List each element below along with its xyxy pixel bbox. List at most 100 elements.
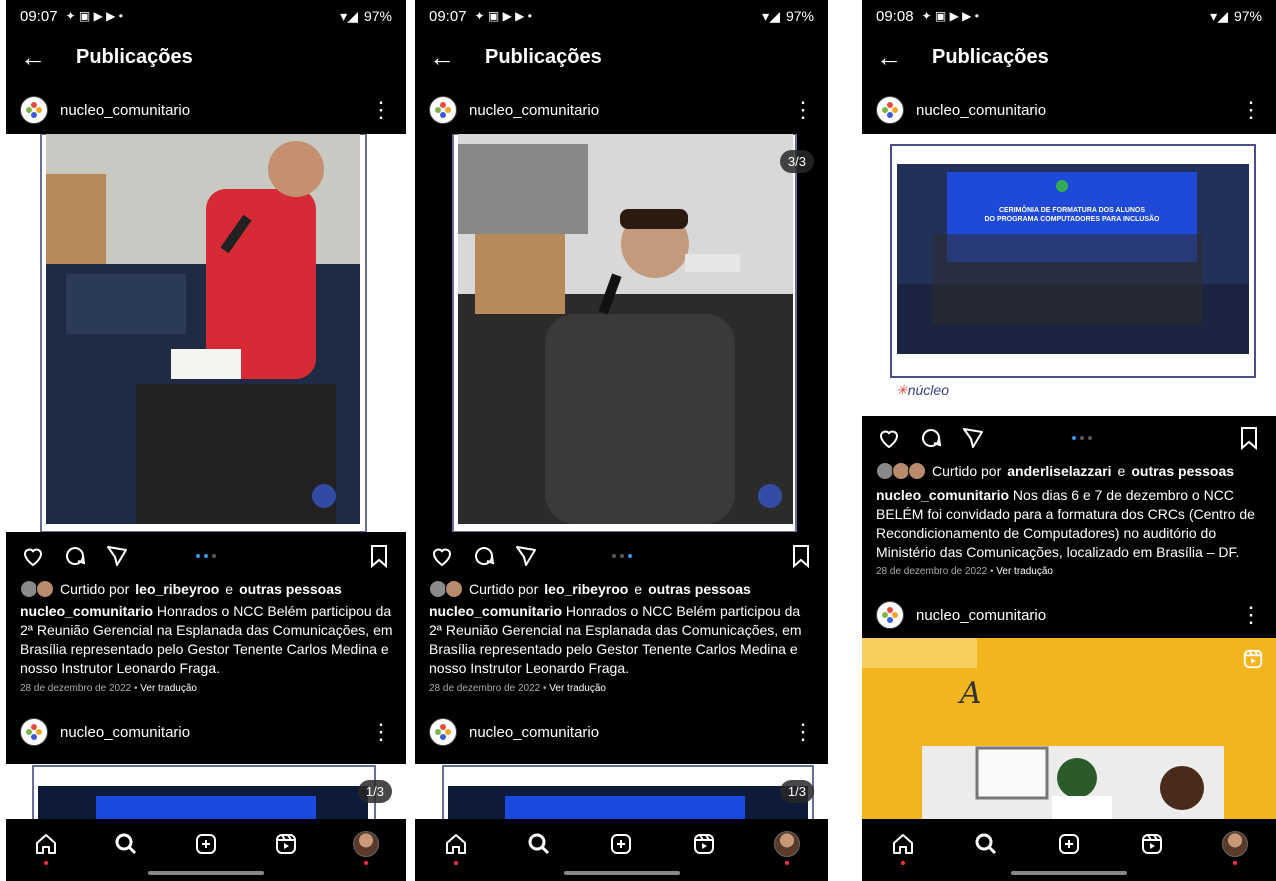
- carousel-counter: 1/3: [779, 780, 814, 803]
- avatar[interactable]: [876, 96, 904, 124]
- reels-badge-icon: [1242, 648, 1264, 675]
- translate-link[interactable]: Ver tradução: [140, 683, 197, 694]
- signal-icon: ▾◢: [1210, 7, 1228, 24]
- status-time: 09:08: [876, 7, 914, 25]
- post-header: nucleo_comunitario ⋮: [6, 90, 406, 130]
- home-icon[interactable]: [31, 829, 61, 865]
- translate-link[interactable]: Ver tradução: [549, 683, 606, 694]
- post-caption: nucleo_comunitario Honrados o NCC Belém …: [429, 602, 816, 678]
- send-icon[interactable]: [104, 543, 130, 569]
- more-vertical-icon[interactable]: ⋮: [792, 99, 814, 121]
- post-image[interactable]: [6, 134, 406, 532]
- status-time: 09:07: [429, 7, 467, 25]
- add-icon[interactable]: [1054, 829, 1084, 859]
- liker-avatar: [908, 462, 926, 480]
- liked-others[interactable]: outras pessoas: [1131, 463, 1234, 479]
- add-icon[interactable]: [191, 829, 221, 859]
- more-vertical-icon[interactable]: ⋮: [370, 99, 392, 121]
- post-image[interactable]: 1/3: [415, 764, 828, 824]
- page-title: Publicações: [485, 45, 602, 68]
- profile-icon[interactable]: [351, 829, 381, 865]
- translate-link[interactable]: Ver tradução: [996, 566, 1053, 577]
- top-bar: ← Publicações: [415, 38, 828, 76]
- more-vertical-icon[interactable]: ⋮: [1240, 604, 1262, 626]
- more-vertical-icon[interactable]: ⋮: [1240, 99, 1262, 121]
- caption-username[interactable]: nucleo_comunitario: [20, 603, 153, 619]
- banner-text: CERIMÔNIA DE FORMATURA DOS ALUNOS DO PRO…: [947, 206, 1197, 224]
- carousel-dots: [196, 554, 216, 558]
- post-image[interactable]: 1/3: [6, 764, 406, 824]
- liked-others[interactable]: outras pessoas: [239, 581, 342, 597]
- search-icon[interactable]: [971, 829, 1001, 859]
- liked-user[interactable]: leo_ribeyroo: [135, 581, 219, 597]
- gesture-bar: [563, 871, 680, 875]
- post-username[interactable]: nucleo_comunitario: [60, 724, 190, 741]
- phone-screen-1: 09:07 ✦ ▣ ▶ ▶ • ▾◢ 97% ← Publicações nucle…: [6, 0, 406, 881]
- signal-icon: ▾◢: [762, 7, 780, 24]
- more-vertical-icon[interactable]: ⋮: [792, 721, 814, 743]
- profile-icon[interactable]: [772, 829, 802, 865]
- carousel-dots: [1072, 436, 1092, 440]
- search-icon[interactable]: [111, 829, 141, 859]
- notification-icons: ✦ ▣ ▶ ▶ •: [921, 9, 979, 23]
- send-icon[interactable]: [960, 425, 986, 451]
- comment-icon[interactable]: [62, 543, 88, 569]
- carousel-counter: 3/3: [779, 150, 814, 173]
- liked-suffix: e: [634, 581, 643, 597]
- liked-user[interactable]: anderliselazzari: [1007, 463, 1111, 479]
- reels-icon[interactable]: [1137, 829, 1167, 859]
- home-icon[interactable]: [888, 829, 918, 865]
- status-bar: 09:08 ✦ ▣ ▶ ▶ • ▾◢ 97%: [862, 0, 1276, 32]
- battery-level: 97%: [1233, 8, 1262, 24]
- logo-text: núcleo: [907, 382, 949, 398]
- post-username[interactable]: nucleo_comunitario: [469, 102, 599, 119]
- comment-icon[interactable]: [471, 543, 497, 569]
- post-username[interactable]: nucleo_comunitario: [916, 607, 1046, 624]
- carousel-dots: [611, 554, 632, 558]
- send-icon[interactable]: [513, 543, 539, 569]
- more-vertical-icon[interactable]: ⋮: [370, 721, 392, 743]
- avatar[interactable]: [20, 718, 48, 746]
- arrow-left-icon[interactable]: ←: [429, 42, 475, 73]
- nucleo-logo: ✳núcleo: [896, 382, 949, 399]
- heart-icon[interactable]: [20, 543, 46, 569]
- post-image[interactable]: A: [862, 638, 1276, 820]
- liked-prefix: Curtido por: [60, 581, 130, 597]
- add-icon[interactable]: [606, 829, 636, 859]
- avatar[interactable]: [876, 601, 904, 629]
- arrow-left-icon[interactable]: ←: [876, 42, 922, 73]
- profile-icon[interactable]: [1220, 829, 1250, 865]
- caption-username[interactable]: nucleo_comunitario: [429, 603, 562, 619]
- comment-icon[interactable]: [918, 425, 944, 451]
- liker-avatar: [445, 580, 463, 598]
- reels-icon[interactable]: [271, 829, 301, 859]
- top-bar: ← Publicações: [862, 38, 1276, 76]
- liked-user[interactable]: leo_ribeyroo: [544, 581, 628, 597]
- post-header: nucleo_comunitario ⋮: [415, 712, 828, 752]
- likes-line: Curtido por leo_ribeyroo e outras pessoa…: [20, 580, 392, 598]
- avatar[interactable]: [429, 718, 457, 746]
- bookmark-icon[interactable]: [1236, 425, 1262, 451]
- post-username[interactable]: nucleo_comunitario: [916, 102, 1046, 119]
- status-time: 09:07: [20, 7, 58, 25]
- post-image[interactable]: CERIMÔNIA DE FORMATURA DOS ALUNOS DO PRO…: [862, 134, 1276, 416]
- heart-icon[interactable]: [876, 425, 902, 451]
- avatar[interactable]: [429, 96, 457, 124]
- post-image[interactable]: 3/3: [415, 134, 828, 532]
- search-icon[interactable]: [524, 829, 554, 859]
- reels-icon[interactable]: [689, 829, 719, 859]
- notification-icons: ✦ ▣ ▶ ▶ •: [474, 9, 532, 23]
- liked-others[interactable]: outras pessoas: [648, 581, 751, 597]
- arrow-left-icon[interactable]: ←: [20, 42, 66, 73]
- caption-username[interactable]: nucleo_comunitario: [876, 487, 1009, 503]
- post-actions: [415, 536, 828, 576]
- home-icon[interactable]: [441, 829, 471, 865]
- post-username[interactable]: nucleo_comunitario: [469, 724, 599, 741]
- avatar[interactable]: [20, 96, 48, 124]
- liked-suffix: e: [1117, 463, 1126, 479]
- bookmark-icon[interactable]: [788, 543, 814, 569]
- heart-icon[interactable]: [429, 543, 455, 569]
- likes-line: Curtido por leo_ribeyroo e outras pessoa…: [429, 580, 814, 598]
- bookmark-icon[interactable]: [366, 543, 392, 569]
- post-username[interactable]: nucleo_comunitario: [60, 102, 190, 119]
